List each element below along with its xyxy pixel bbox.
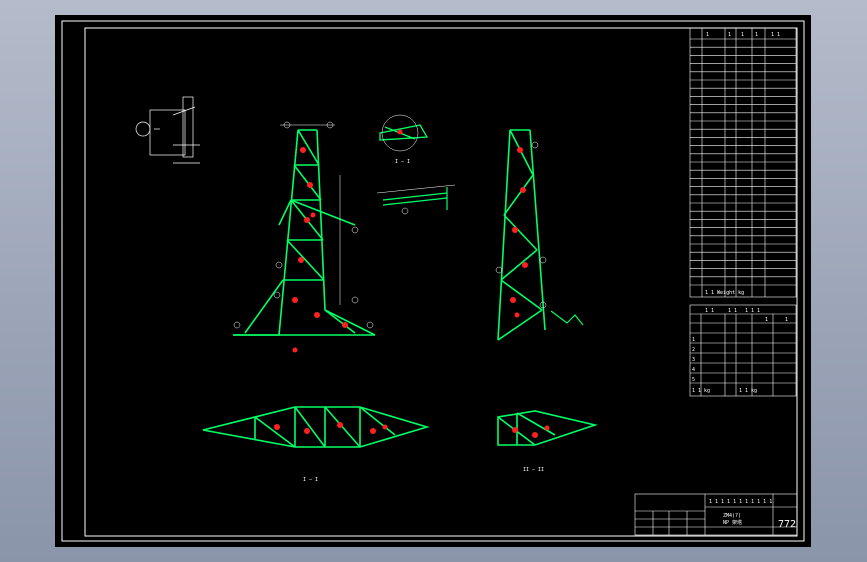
section-top-view: I — I [379, 114, 429, 165]
summary-header-5: 1 [785, 317, 788, 323]
outer-frame [61, 20, 805, 542]
leg-left [278, 129, 299, 336]
section-plan-label: I — I [303, 477, 318, 483]
tower-elevation-side [495, 129, 547, 341]
header-cell-3: 1 [741, 32, 744, 38]
parts-table [689, 27, 797, 298]
summary-total-value: 1 1 kg [739, 388, 757, 394]
section-top-label: I — I [395, 159, 410, 165]
title-block-text: 1 1 1 1 1 1 1 1 1 1 1 ZM4(?) NP 架塔 772 [709, 499, 796, 530]
header-cell-1: 1 [706, 32, 709, 38]
header-cell-5: 1 1 [771, 32, 780, 38]
title-block-sub: NP 架塔 [723, 519, 742, 526]
header-cell-2: 1 [728, 32, 731, 38]
parts-table-footer: 1 1 Weight kg [705, 290, 744, 296]
angle-detail [376, 184, 456, 215]
summary-total-label: 1 1 kg [692, 388, 710, 394]
summary-row-num-3: 3 [692, 357, 695, 363]
summary-header-1: 1 1 [705, 308, 714, 314]
header-cell-4: 1 [755, 32, 758, 38]
title-block-name: ZM4(?) [723, 513, 741, 519]
tower-elevation-front [233, 121, 376, 353]
summary-row-num-4: 4 [692, 367, 695, 373]
summary-header-4: 1 [765, 317, 768, 323]
summary-header-3: 1 1 1 [745, 308, 760, 314]
cad-canvas[interactable]: 1 1 1 1 1 1 1 1 Weight kg 1 1 1 1 1 1 1 … [55, 15, 811, 547]
summary-table-text: 1 1 1 1 1 1 1 1 1 1 1 kg 1 1 kg 1 2 3 4 … [692, 308, 788, 394]
summary-row-num-5: 5 [692, 377, 695, 383]
summary-table [689, 304, 797, 397]
title-block-header: 1 1 1 1 1 1 1 1 1 1 1 [709, 499, 772, 505]
plan-view-right: II — II [497, 410, 598, 473]
leg-right [316, 129, 326, 311]
drawing-sheet: 1 1 1 1 1 1 1 1 Weight kg 1 1 1 1 1 1 1 … [61, 20, 805, 542]
summary-row-num-1: 1 [692, 337, 695, 343]
detail-symbol [135, 96, 200, 164]
section-right-label: II — II [523, 467, 544, 473]
summary-row-num-2: 2 [692, 347, 695, 353]
summary-header-2: 1 1 [728, 308, 737, 314]
plan-view-left: I — I [202, 406, 430, 483]
bracket-detail [550, 310, 584, 326]
drawing-number: 772 [778, 519, 796, 530]
